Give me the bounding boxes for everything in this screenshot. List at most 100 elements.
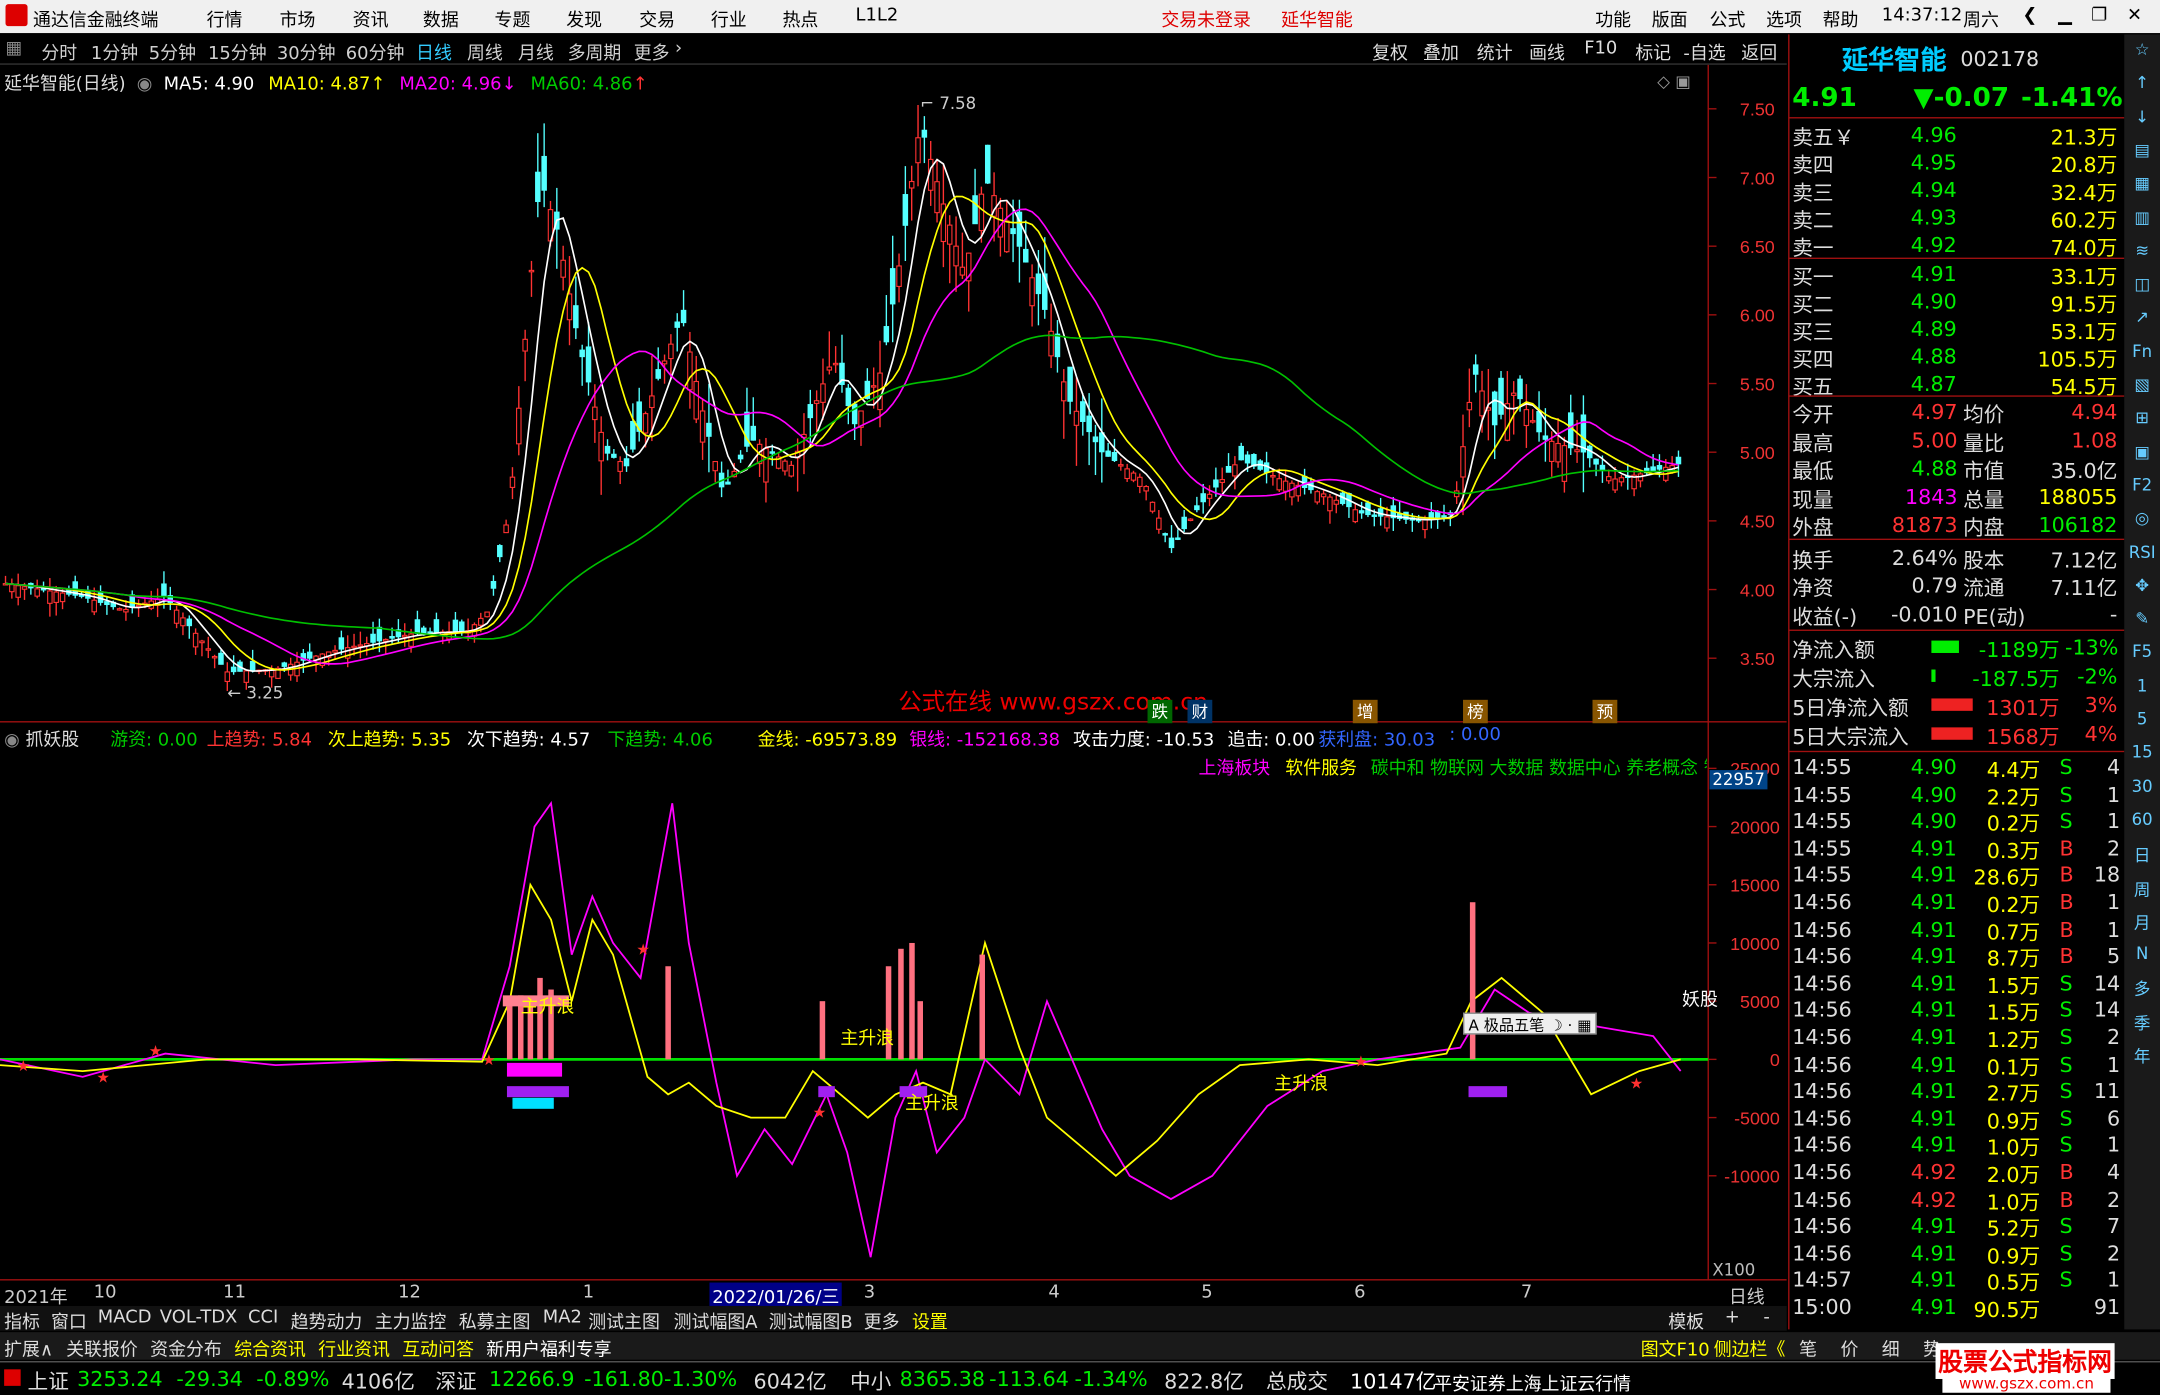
menu-item[interactable]: 行情 — [207, 6, 243, 32]
info-tab[interactable]: 综合资讯 — [234, 1335, 306, 1361]
tool-button[interactable]: 统计 — [1477, 39, 1513, 65]
indicator-tab[interactable]: 更多 — [864, 1307, 900, 1334]
side-tool-icon[interactable]: ✥ — [2128, 576, 2156, 595]
side-tool-icon[interactable]: ▥ — [2128, 207, 2156, 226]
period-tab[interactable]: 30分钟 — [277, 39, 336, 65]
tool-button[interactable]: 标记 — [1635, 39, 1671, 65]
period-tab-more[interactable]: 更多 — [634, 39, 670, 65]
period-tab-active[interactable]: 日线 — [416, 39, 452, 65]
menu-item[interactable]: 市场 — [280, 6, 316, 32]
menu-item[interactable]: 行业 — [711, 6, 747, 32]
ime-toolbar[interactable]: A 极品五笔 ☽ · ▦ — [1463, 1012, 1598, 1035]
info-tab[interactable]: 新用户福利专享 — [486, 1335, 611, 1361]
side-tab[interactable]: 价 — [1840, 1335, 1858, 1361]
menu-item[interactable]: 专题 — [495, 6, 531, 32]
indicator-tab[interactable]: 私募主图 — [459, 1307, 531, 1334]
info-tab[interactable]: 扩展∧ — [4, 1335, 53, 1361]
menu-item[interactable]: 交易 — [639, 6, 675, 32]
side-tool-icon[interactable]: 多 — [2128, 977, 2156, 1000]
side-tool-icon[interactable]: ◫ — [2128, 274, 2156, 293]
side-tool-icon[interactable]: F5 — [2128, 642, 2156, 661]
side-tab[interactable]: 细 — [1882, 1335, 1900, 1361]
menu-item[interactable]: 资讯 — [353, 6, 389, 32]
tool-button[interactable]: 叠加 — [1423, 39, 1459, 65]
side-tool-icon[interactable]: 周 — [2128, 877, 2156, 900]
tool-button[interactable]: F10 — [1584, 39, 1617, 60]
tool-button[interactable]: 复权 — [1372, 39, 1408, 65]
period-tab[interactable]: 月线 — [518, 39, 554, 65]
info-tab[interactable]: 互动问答 — [402, 1335, 474, 1361]
indicator-tab[interactable]: 设置 — [912, 1307, 948, 1334]
side-tool-icon[interactable]: ↓ — [2128, 107, 2156, 126]
side-tool-icon[interactable]: ↗ — [2128, 308, 2156, 327]
side-tool-icon[interactable]: ▦ — [2128, 174, 2156, 193]
side-tool-icon[interactable]: ✎ — [2128, 609, 2156, 628]
indicator-tab[interactable]: VOL-TDX — [160, 1307, 238, 1328]
period-tab[interactable]: 1分钟 — [91, 39, 138, 65]
side-tool-icon[interactable]: 季 — [2128, 1011, 2156, 1034]
event-tag[interactable]: 榜 — [1463, 699, 1488, 724]
side-tool-icon[interactable]: 60 — [2128, 810, 2156, 829]
settings-icon[interactable]: ◉ — [137, 74, 153, 95]
indicator-tab[interactable]: MACD — [98, 1307, 152, 1328]
info-tab[interactable]: 关联报价 — [66, 1335, 138, 1361]
indicator-tab[interactable]: 测试幅图A — [674, 1307, 758, 1334]
menu-item[interactable]: 选项 — [1766, 6, 1802, 32]
f10-tab[interactable]: 图文F10 — [1641, 1335, 1710, 1361]
restore-icon[interactable]: ❐ — [2091, 6, 2107, 27]
period-tab[interactable]: 5分钟 — [149, 39, 196, 65]
event-tag[interactable]: 跌 — [1147, 699, 1173, 724]
side-tool-icon[interactable]: RSI — [2128, 542, 2156, 561]
event-tag[interactable]: 增 — [1352, 699, 1378, 724]
side-tool-icon[interactable]: 30 — [2128, 776, 2156, 795]
side-tool-icon[interactable]: N — [2128, 944, 2156, 963]
side-tab[interactable]: 笔 — [1799, 1335, 1817, 1361]
minimize-icon[interactable]: ▁ — [2058, 6, 2072, 27]
layout-icon[interactable]: ▦ — [6, 39, 23, 60]
period-tab[interactable]: 周线 — [467, 39, 503, 65]
menu-item[interactable]: 数据 — [423, 6, 459, 32]
chart-mode-icon[interactable]: ◇ ▣ — [1657, 72, 1691, 91]
period-tab[interactable]: 60分钟 — [346, 39, 405, 65]
side-tool-icon[interactable]: F2 — [2128, 475, 2156, 494]
indicator-tab[interactable]: 窗口 — [51, 1307, 87, 1334]
indicator-tab[interactable]: 主力监控 — [375, 1307, 447, 1334]
indicator-tab[interactable]: 测试主图 — [588, 1307, 660, 1334]
sidebar-toggle[interactable]: 侧边栏《 — [1714, 1335, 1786, 1361]
event-tag[interactable]: 预 — [1592, 699, 1618, 724]
menu-item[interactable]: 版面 — [1652, 6, 1688, 32]
period-tab[interactable]: 分时 — [41, 39, 77, 65]
add-button[interactable]: + — [1725, 1307, 1740, 1328]
template-button[interactable]: 模板 — [1668, 1307, 1704, 1334]
side-tool-icon[interactable]: ▣ — [2128, 442, 2156, 461]
side-tool-icon[interactable]: ◎ — [2128, 509, 2156, 528]
side-tool-icon[interactable]: ▤ — [2128, 140, 2156, 159]
tool-button[interactable]: 画线 — [1529, 39, 1565, 65]
menu-item[interactable]: 公式 — [1710, 6, 1746, 32]
side-tool-icon[interactable]: 年 — [2128, 1044, 2156, 1067]
info-tab[interactable]: 资金分布 — [150, 1335, 222, 1361]
indicator-tab[interactable]: 指标 — [4, 1307, 40, 1334]
menu-item[interactable]: 功能 — [1595, 6, 1631, 32]
period-tab[interactable]: 15分钟 — [208, 39, 267, 65]
remove-button[interactable]: - — [1763, 1307, 1769, 1328]
side-tool-icon[interactable]: 15 — [2128, 743, 2156, 762]
indicator-tab[interactable]: MA2 — [543, 1307, 582, 1328]
side-tool-icon[interactable]: Fn — [2128, 341, 2156, 360]
event-tag[interactable]: 财 — [1187, 699, 1213, 724]
indicator-tab[interactable]: 趋势动力 — [291, 1307, 363, 1334]
settings-icon[interactable]: ◉ — [4, 730, 20, 751]
menu-item[interactable]: 帮助 — [1823, 6, 1859, 32]
menu-item[interactable]: 热点 — [782, 6, 818, 32]
side-tool-icon[interactable]: 月 — [2128, 910, 2156, 933]
menu-item[interactable]: 发现 — [566, 6, 602, 32]
tool-button[interactable]: -自选 — [1683, 39, 1725, 65]
side-tool-icon[interactable]: ⊞ — [2128, 408, 2156, 427]
side-tool-icon[interactable]: 5 — [2128, 709, 2156, 728]
side-tool-icon[interactable]: 1 — [2128, 676, 2156, 695]
period-tab[interactable]: 多周期 — [568, 39, 622, 65]
close-icon[interactable]: ✕ — [2127, 6, 2142, 27]
side-tool-icon[interactable]: ☆ — [2128, 40, 2156, 59]
side-tool-icon[interactable]: ↑ — [2128, 73, 2156, 92]
indicator-tab[interactable]: 测试幅图B — [769, 1307, 853, 1334]
